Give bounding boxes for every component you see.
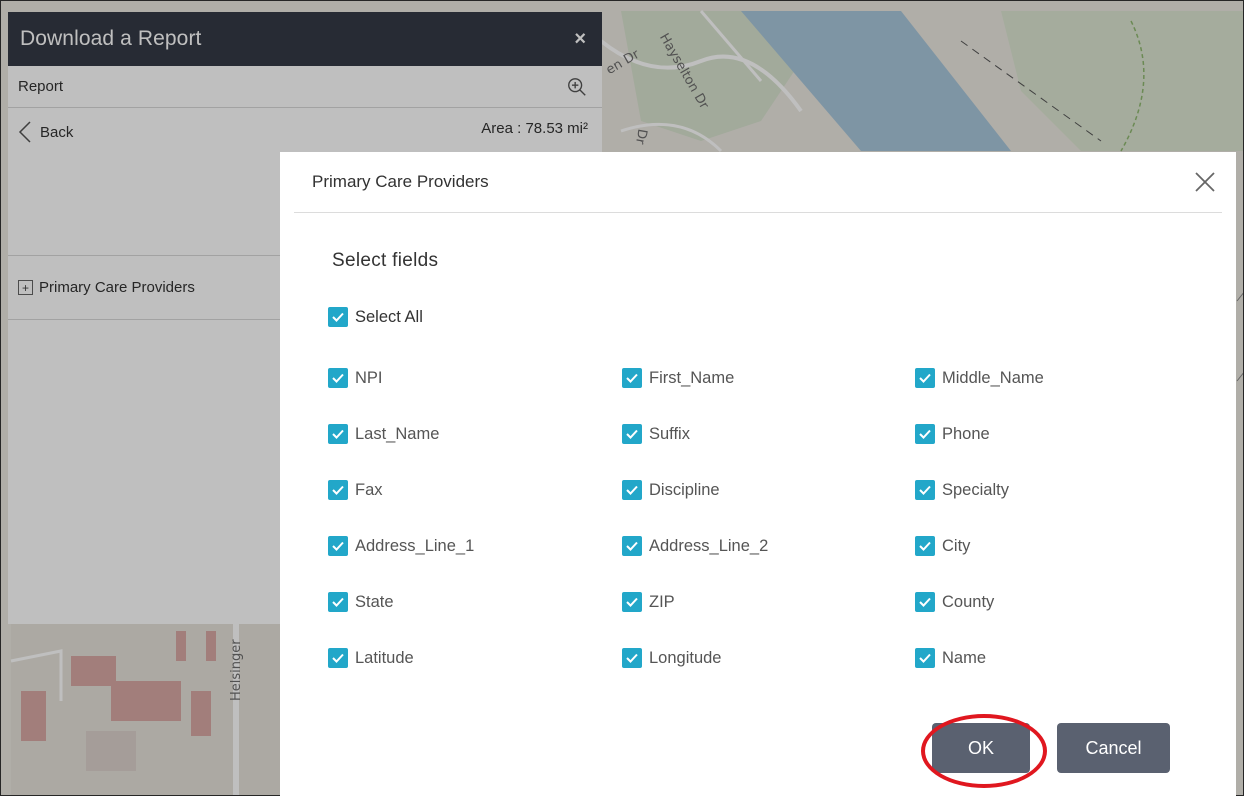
checkmark-icon [915,424,935,444]
checkmark-icon [328,368,348,388]
field-label: County [942,592,995,611]
field-label: Suffix [649,424,690,443]
field-checkbox[interactable]: First_Name [622,368,734,388]
field-checkbox[interactable]: Last_Name [328,424,439,444]
dialog-title: Primary Care Providers [312,172,489,191]
field-checkbox[interactable]: Specialty [915,480,1009,500]
field-label: Middle_Name [942,368,1044,387]
field-label: ZIP [649,592,675,611]
field-checkbox[interactable]: Longitude [622,648,722,668]
close-icon[interactable] [1192,169,1218,195]
field-checkbox[interactable]: NPI [328,368,383,388]
field-checkbox[interactable]: County [915,592,994,612]
field-label: Fax [355,480,383,499]
checkmark-icon [328,480,348,500]
checkmark-icon [622,536,642,556]
field-checkbox[interactable]: State [328,592,394,612]
field-label: Latitude [355,648,414,667]
section-title: Select fields [332,250,439,271]
checkmark-icon [622,648,642,668]
checkmark-icon [622,424,642,444]
checkmark-icon [915,368,935,388]
ok-button[interactable]: OK [932,723,1030,773]
field-label: Name [942,648,987,667]
select-fields-dialog: Primary Care Providers Select fields Sel… [280,152,1236,796]
checkmark-icon [622,368,642,388]
checkmark-icon [328,536,348,556]
field-checkbox[interactable]: City [915,536,970,556]
field-label: NPI [355,368,383,387]
checkmark-icon [915,592,935,612]
field-checkbox[interactable]: Name [915,648,986,668]
field-label: Longitude [649,648,722,667]
checkmark-icon [622,592,642,612]
checkmark-icon [915,480,935,500]
field-label: First_Name [649,368,735,387]
field-label: Last_Name [355,424,440,443]
field-label: State [355,592,394,611]
checkmark-icon [328,648,348,668]
field-checkbox[interactable]: ZIP [622,592,675,612]
field-checkbox[interactable]: Suffix [622,424,690,444]
field-label: Phone [942,424,990,443]
dialog-header: Primary Care Providers [294,152,1222,213]
field-label: Discipline [649,480,720,499]
cancel-button[interactable]: Cancel [1057,723,1170,773]
checkmark-icon [915,648,935,668]
field-checkbox[interactable]: Phone [915,424,990,444]
field-checkbox[interactable]: Address_Line_1 [328,536,474,556]
field-checkbox[interactable]: Fax [328,480,383,500]
checkmark-icon [915,536,935,556]
field-checkbox[interactable]: Address_Line_2 [622,536,768,556]
checkmark-icon [622,480,642,500]
field-label: Address_Line_2 [649,536,769,555]
field-checkbox[interactable]: Discipline [622,480,720,500]
select-all-label: Select All [355,307,423,326]
field-label: Address_Line_1 [355,536,475,555]
select-all-checkbox[interactable]: Select All [328,307,423,327]
field-checkbox[interactable]: Middle_Name [915,368,1044,388]
checkmark-icon [328,307,348,327]
field-checkbox[interactable]: Latitude [328,648,414,668]
field-label: Specialty [942,480,1009,499]
checkmark-icon [328,592,348,612]
field-label: City [942,536,971,555]
checkmark-icon [328,424,348,444]
